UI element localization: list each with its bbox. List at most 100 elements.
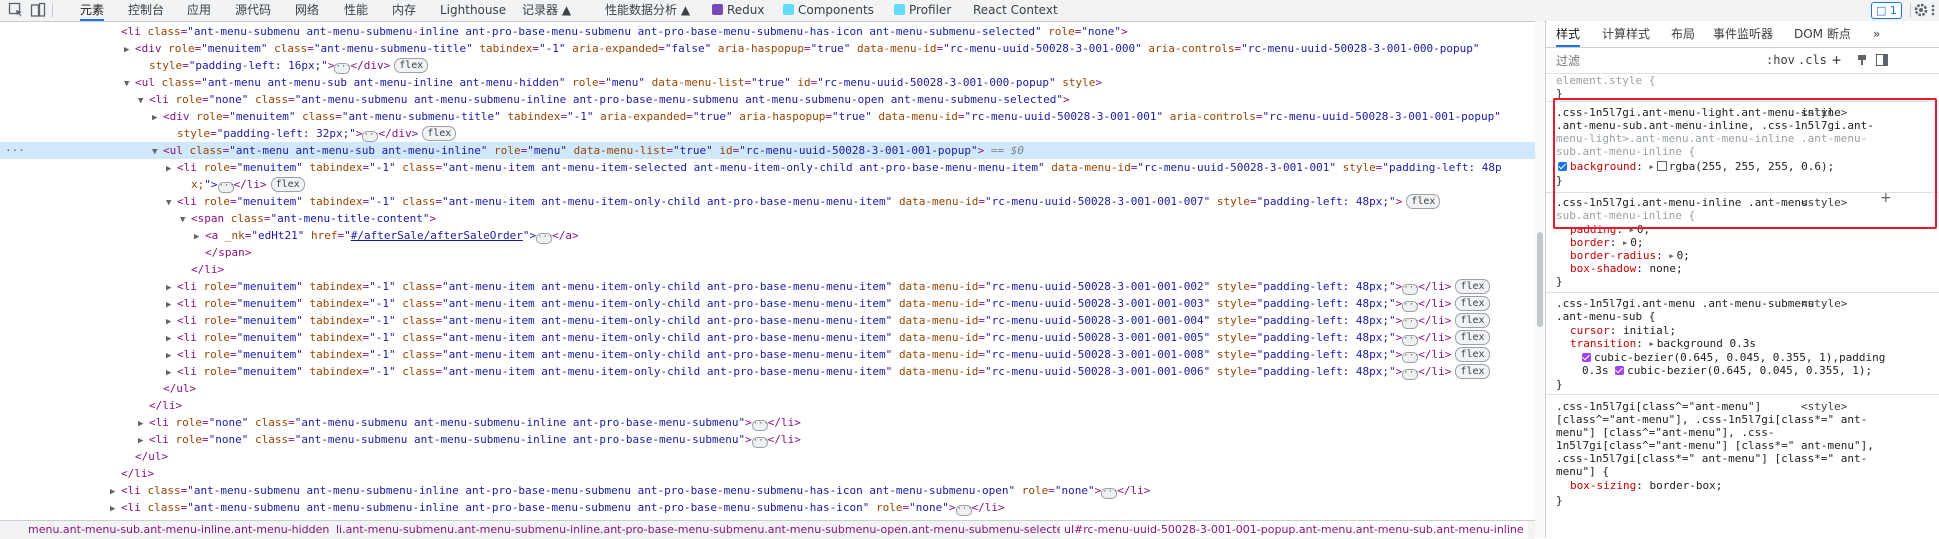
- expand-triangle-icon[interactable]: ▶: [166, 161, 177, 176]
- tab-console[interactable]: 控制台: [128, 0, 164, 21]
- flex-badge[interactable]: flex: [270, 177, 305, 192]
- dom-node[interactable]: ▶ <li class="ant-menu-submenu ant-menu-su…: [0, 499, 1535, 516]
- settings-icon[interactable]: [1913, 2, 1929, 18]
- css-property-transition[interactable]: transition: ▶ background 0.3s: [1570, 337, 1756, 350]
- dom-node[interactable]: ▼ <span class="ant-menu-title-content">: [0, 210, 1535, 227]
- tab-computed[interactable]: 计算样式: [1602, 21, 1650, 47]
- dom-node[interactable]: x;">···</li> flex: [0, 176, 1535, 193]
- tab-redux[interactable]: Redux: [712, 0, 765, 21]
- tab-components[interactable]: Components: [783, 0, 874, 21]
- breadcrumb-item[interactable]: menu.ant-menu-sub.ant-menu-inline.ant-me…: [24, 521, 333, 538]
- css-property-box-shadow[interactable]: box-shadow: none;: [1570, 262, 1683, 275]
- rule-selector[interactable]: .css-1n5l7gi.ant-menu-light.ant-menu-inl…: [1556, 106, 1841, 119]
- dom-node[interactable]: ▶ <li class="ant-menu-submenu ant-menu-su…: [0, 482, 1535, 499]
- collapsed-children-icon[interactable]: ···: [955, 505, 973, 516]
- tab-network[interactable]: 网络: [295, 0, 319, 21]
- more-menu-icon[interactable]: [1929, 2, 1937, 18]
- expand-triangle-icon[interactable]: ▶: [166, 314, 177, 329]
- device-toolbar-icon[interactable]: [30, 2, 46, 18]
- css-property-box-sizing[interactable]: box-sizing: border-box;: [1570, 479, 1722, 492]
- inspect-icon[interactable]: [8, 2, 24, 18]
- bezier-icon[interactable]: [1582, 353, 1591, 362]
- dom-node[interactable]: </li>: [0, 397, 1535, 414]
- expand-triangle-icon[interactable]: ▶: [166, 280, 177, 295]
- expand-triangle-icon[interactable]: ▼: [138, 93, 149, 108]
- collapsed-children-icon[interactable]: ···: [217, 182, 235, 193]
- flex-badge[interactable]: flex: [1455, 330, 1490, 345]
- tab-styles[interactable]: 样式: [1556, 21, 1581, 47]
- collapsed-children-icon[interactable]: ···: [362, 131, 380, 142]
- rule-selector[interactable]: .css-1n5l7gi[class^="ant-menu"]: [1556, 400, 1761, 413]
- property-checkbox[interactable]: [1558, 162, 1567, 171]
- tab-layout[interactable]: 布局: [1671, 21, 1695, 47]
- flex-badge[interactable]: flex: [422, 126, 457, 141]
- css-property-padding[interactable]: padding: ▶ 0;: [1570, 223, 1650, 236]
- css-property-border-radius[interactable]: border-radius: ▶ 0;: [1570, 249, 1690, 262]
- tab-react-context[interactable]: React Context: [973, 0, 1058, 21]
- css-property-border[interactable]: border: ▶ 0;: [1570, 236, 1643, 249]
- collapsed-children-icon[interactable]: ···: [1101, 488, 1118, 499]
- tab-performance-insights[interactable]: 性能数据分析 ▲: [605, 0, 690, 21]
- expand-triangle-icon[interactable]: ▶: [110, 501, 121, 516]
- expand-triangle-icon[interactable]: ▶: [166, 297, 177, 312]
- collapsed-children-icon[interactable]: ···: [751, 437, 769, 448]
- expand-triangle-icon[interactable]: ▼: [152, 144, 163, 159]
- node-menu-icon[interactable]: ···: [5, 142, 25, 159]
- dom-tree[interactable]: <li class="ant-menu-submenu ant-menu-sub…: [0, 21, 1535, 520]
- expand-triangle-icon[interactable]: ▶: [166, 348, 177, 363]
- css-property-cursor[interactable]: cursor: initial;: [1570, 324, 1676, 337]
- dom-node[interactable]: ▶ <li role="menuitem" tabindex="-1" class…: [0, 363, 1535, 380]
- collapsed-children-icon[interactable]: ···: [1402, 369, 1420, 380]
- tab-recorder[interactable]: 记录器 ▲: [522, 0, 571, 21]
- tab-dom-breakpoints[interactable]: DOM 断点: [1794, 21, 1851, 47]
- dom-node[interactable]: </ul>: [0, 380, 1535, 397]
- expand-triangle-icon[interactable]: ▶: [138, 416, 149, 431]
- collapsed-children-icon[interactable]: ···: [1402, 284, 1420, 295]
- collapsed-children-icon[interactable]: ···: [334, 63, 352, 74]
- rule-origin[interactable]: <style>: [1801, 196, 1847, 209]
- bezier-icon[interactable]: [1615, 366, 1625, 375]
- color-swatch[interactable]: [1656, 161, 1667, 171]
- tab-event-listeners[interactable]: 事件监听器: [1713, 21, 1773, 47]
- css-value-bezier[interactable]: cubic-bezier(0.645, 0.045, 0.355, 1),pad…: [1582, 351, 1885, 364]
- dom-node[interactable]: <li class="ant-menu-submenu ant-menu-sub…: [0, 23, 1535, 40]
- dom-node[interactable]: ▼ <ul class="ant-menu ant-menu-sub ant-me…: [0, 74, 1535, 91]
- styles-filter-input[interactable]: [1554, 51, 1758, 70]
- flex-badge[interactable]: flex: [1455, 364, 1490, 379]
- dom-node[interactable]: </li>: [0, 465, 1535, 482]
- css-value-bezier[interactable]: 0.3s cubic-bezier(0.645, 0.045, 0.355, 1…: [1582, 364, 1872, 377]
- dom-node[interactable]: ▶ <li role="menuitem" tabindex="-1" class…: [0, 278, 1535, 295]
- more-tabs-button[interactable]: »: [1873, 21, 1880, 47]
- dom-node[interactable]: </span>: [0, 244, 1535, 261]
- dom-node[interactable]: ▶ <li role="menuitem" tabindex="-1" class…: [0, 329, 1535, 346]
- expand-triangle-icon[interactable]: ▶: [124, 42, 135, 57]
- dom-node[interactable]: ▶ <div role="menuitem" class="ant-menu-su…: [0, 108, 1535, 125]
- expand-triangle-icon[interactable]: ▶: [110, 484, 121, 499]
- tab-profiler[interactable]: Profiler: [894, 0, 951, 21]
- sidebar-toggle-icon[interactable]: [1876, 54, 1888, 66]
- dom-node[interactable]: style="padding-left: 16px;">···</div> fle…: [0, 57, 1535, 74]
- collapsed-children-icon[interactable]: ···: [536, 233, 553, 244]
- flex-badge[interactable]: flex: [394, 58, 429, 73]
- issues-badge[interactable]: □ 1: [1871, 2, 1902, 19]
- css-property-background[interactable]: background: ▶ rgba(255, 255, 255, 0.6);: [1558, 160, 1834, 173]
- rule-selector[interactable]: .css-1n5l7gi.ant-menu .ant-menu-submenu: [1556, 297, 1814, 310]
- rule-origin[interactable]: <style>: [1801, 400, 1847, 413]
- dom-node[interactable]: ▶ <li role="menuitem" tabindex="-1" class…: [0, 312, 1535, 329]
- expand-triangle-icon[interactable]: ▶: [166, 365, 177, 380]
- tab-elements[interactable]: 元素: [80, 0, 105, 21]
- dom-node[interactable]: ▶ <li role="menuitem" tabindex="-1" class…: [0, 346, 1535, 363]
- dom-node[interactable]: ▶ <div role="menuitem" class="ant-menu-su…: [0, 40, 1535, 57]
- collapsed-children-icon[interactable]: ···: [751, 420, 769, 431]
- dom-node[interactable]: ▶ <li role="menuitem" tabindex="-1" class…: [0, 159, 1535, 176]
- expand-triangle-icon[interactable]: ▶: [152, 110, 163, 125]
- flex-badge[interactable]: flex: [1455, 313, 1490, 328]
- add-property-button[interactable]: +: [1880, 191, 1892, 205]
- rule-selector[interactable]: .css-1n5l7gi.ant-menu-inline .ant-menu-: [1556, 196, 1814, 209]
- new-rule-button[interactable]: +: [1832, 52, 1841, 69]
- tab-sources[interactable]: 源代码: [235, 0, 271, 21]
- paint-brush-icon[interactable]: [1856, 54, 1868, 66]
- flex-badge[interactable]: flex: [1455, 296, 1490, 311]
- dom-node[interactable]: </li>: [0, 261, 1535, 278]
- collapsed-children-icon[interactable]: ···: [1402, 301, 1420, 312]
